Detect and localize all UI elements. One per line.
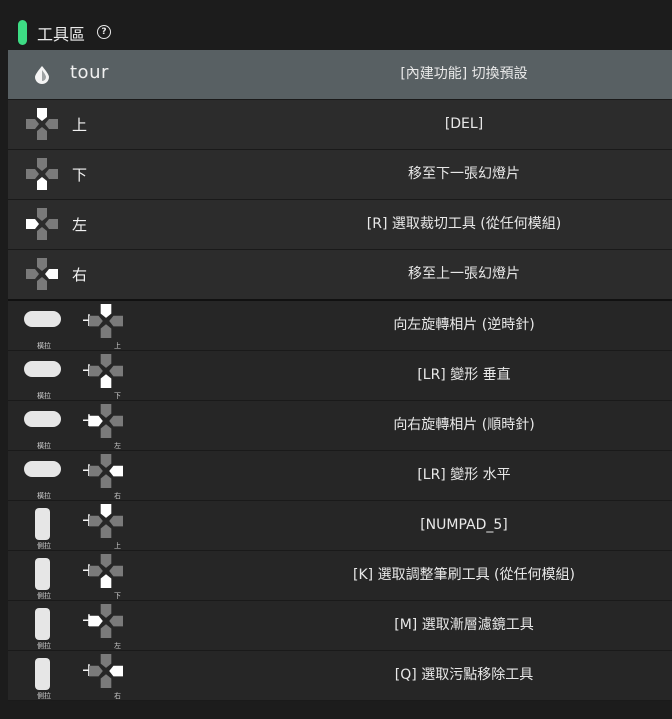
shortcut-row-combo[interactable]: + 側拉 上 [NUMPAD_5] <box>8 501 672 551</box>
modifier-caption: 側拉 <box>37 542 51 550</box>
action-label: 移至上一張幻燈片 <box>408 266 520 282</box>
combo-icons: + 橫拉 左 <box>22 404 142 450</box>
dpad-down-icon <box>89 554 123 588</box>
dpad-left-icon <box>89 404 123 438</box>
vertical-pill-icon <box>35 608 50 640</box>
action-label: [DEL] <box>444 116 484 132</box>
dpad-left-icon <box>89 604 123 638</box>
combo-icons: + 橫拉 上 <box>22 304 142 350</box>
horizontal-pill-icon <box>24 461 61 477</box>
action-label: [Q] 選取污點移除工具 <box>394 667 534 683</box>
combo-icons: + 側拉 左 <box>22 604 142 650</box>
shortcut-list: tour [內建功能] 切換預設 上 [DEL] 下 移至下一張幻燈片 左 [R… <box>8 50 672 701</box>
dpad-right-icon <box>89 454 123 488</box>
horizontal-pill-icon <box>24 311 61 327</box>
dpad-down-icon <box>26 158 58 190</box>
button-label-tour: tour <box>70 62 109 83</box>
modifier-caption: 側拉 <box>37 692 51 700</box>
action-label: [K] 選取調整筆刷工具 (從任何模組) <box>353 567 575 583</box>
combo-icons: + 側拉 右 <box>22 654 142 700</box>
action-label: 移至下一張幻燈片 <box>408 166 520 182</box>
dpad-up-icon <box>89 504 123 538</box>
vertical-pill-icon <box>35 658 50 690</box>
shortcut-row-down[interactable]: 下 移至下一張幻燈片 <box>8 150 672 200</box>
direction-caption: 左 <box>114 442 121 450</box>
shortcut-row-combo[interactable]: + 橫拉 上 向左旋轉相片 (逆時針) <box>8 301 672 351</box>
direction-caption: 下 <box>114 592 121 600</box>
dpad-right-icon <box>89 654 123 688</box>
action-label: [LR] 變形 水平 <box>417 467 511 483</box>
horizontal-pill-icon <box>24 411 61 427</box>
direction-caption: 上 <box>114 342 121 350</box>
button-label: 上 <box>72 116 88 134</box>
modifier-caption: 橫拉 <box>37 492 51 500</box>
shortcut-row-right[interactable]: 右 移至上一張幻燈片 <box>8 250 672 301</box>
shortcut-row-up[interactable]: 上 [DEL] <box>8 100 672 150</box>
modifier-caption: 橫拉 <box>37 392 51 400</box>
direction-caption: 左 <box>114 642 121 650</box>
action-label: [LR] 變形 垂直 <box>417 367 511 383</box>
action-label: [NUMPAD_5] <box>420 517 508 533</box>
button-label: 下 <box>72 166 88 184</box>
combo-icons: + 橫拉 右 <box>22 454 142 500</box>
action-label: 向右旋轉相片 (順時針) <box>393 417 535 433</box>
button-label: 左 <box>72 216 88 234</box>
modifier-caption: 側拉 <box>37 592 51 600</box>
shortcut-row-combo[interactable]: + 側拉 下 [K] 選取調整筆刷工具 (從任何模組) <box>8 551 672 601</box>
help-icon[interactable]: ? <box>97 25 111 39</box>
dpad-left-icon <box>26 208 58 240</box>
direction-caption: 下 <box>114 392 121 400</box>
combo-icons: + 橫拉 下 <box>22 354 142 400</box>
shortcut-row-combo[interactable]: + 橫拉 左 向右旋轉相片 (順時針) <box>8 401 672 451</box>
shortcut-row-combo[interactable]: + 側拉 右 [Q] 選取污點移除工具 <box>8 651 672 701</box>
dpad-up-icon <box>89 304 123 338</box>
dpad-down-icon <box>89 354 123 388</box>
section-title: 工具區 <box>37 25 86 44</box>
section-header: 工具區 ? <box>0 0 672 50</box>
shortcut-row-combo[interactable]: + 橫拉 下 [LR] 變形 垂直 <box>8 351 672 401</box>
drop-icon <box>35 66 49 84</box>
dpad-up-icon <box>26 108 58 140</box>
dpad-right-icon <box>26 258 58 290</box>
vertical-pill-icon <box>35 508 50 540</box>
action-label: 向左旋轉相片 (逆時針) <box>393 317 535 333</box>
action-label: [M] 選取漸層濾鏡工具 <box>394 617 534 633</box>
modifier-caption: 側拉 <box>37 642 51 650</box>
shortcut-row-left[interactable]: 左 [R] 選取裁切工具 (從任何模組) <box>8 200 672 250</box>
horizontal-pill-icon <box>24 361 61 377</box>
section-accent-pill <box>18 20 27 45</box>
shortcut-row-combo[interactable]: + 橫拉 右 [LR] 變形 水平 <box>8 451 672 501</box>
shortcut-row-combo[interactable]: + 側拉 左 [M] 選取漸層濾鏡工具 <box>8 601 672 651</box>
action-label: [R] 選取裁切工具 (從任何模組) <box>366 216 562 232</box>
direction-caption: 上 <box>114 542 121 550</box>
vertical-pill-icon <box>35 558 50 590</box>
combo-icons: + 側拉 上 <box>22 504 142 550</box>
button-label: 右 <box>72 266 88 284</box>
combo-icons: + 側拉 下 <box>22 554 142 600</box>
direction-caption: 右 <box>114 492 121 500</box>
modifier-caption: 橫拉 <box>37 442 51 450</box>
shortcut-row-tour[interactable]: tour [內建功能] 切換預設 <box>8 50 672 100</box>
direction-caption: 右 <box>114 692 121 700</box>
action-label: [內建功能] 切換預設 <box>400 66 528 82</box>
modifier-caption: 橫拉 <box>37 342 51 350</box>
